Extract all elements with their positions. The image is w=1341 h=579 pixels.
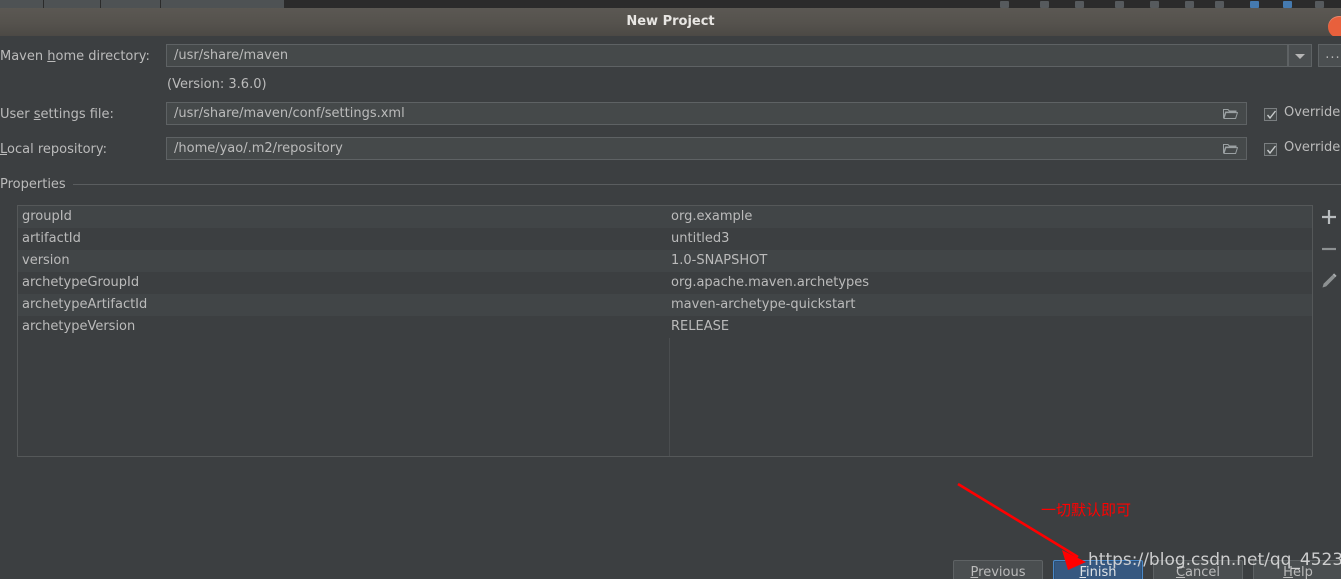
ide-toolbar-icon (1040, 1, 1049, 8)
maven-home-input[interactable]: /usr/share/maven (166, 44, 1288, 67)
properties-group-separator (73, 184, 1341, 185)
property-key: archetypeArtifactId (22, 297, 148, 312)
table-row[interactable]: groupId org.example (18, 206, 1312, 228)
property-key: groupId (22, 209, 72, 224)
help-button[interactable]: Help (1253, 560, 1341, 579)
property-value: 1.0-SNAPSHOT (671, 253, 768, 268)
table-row[interactable]: archetypeVersion RELEASE (18, 316, 1312, 338)
folder-icon[interactable] (1223, 143, 1238, 155)
properties-table-toolbar (1318, 206, 1341, 326)
add-property-button[interactable] (1318, 206, 1340, 228)
table-row[interactable]: archetypeGroupId org.apache.maven.archety… (18, 272, 1312, 294)
remove-property-button[interactable] (1318, 238, 1340, 260)
local-repository-value: /home/yao/.m2/repository (174, 141, 343, 156)
folder-icon[interactable] (1223, 108, 1238, 120)
chevron-down-icon (1295, 53, 1305, 59)
maven-home-browse-button[interactable]: ... (1318, 44, 1341, 67)
ide-tab-divider (43, 0, 44, 8)
background-ide-strip (0, 0, 1341, 8)
dialog-title-bar: New Project (0, 8, 1341, 38)
ide-tab-divider (160, 0, 161, 8)
user-settings-input[interactable]: /usr/share/maven/conf/settings.xml (166, 102, 1247, 125)
properties-table[interactable]: groupId org.example artifactId untitled3 v… (17, 205, 1313, 457)
new-project-dialog-screenshot: New Project Maven home directory: /usr/s… (0, 0, 1341, 579)
ide-toolbar-icon (1185, 1, 1194, 8)
property-key: artifactId (22, 231, 81, 246)
checkbox-box (1264, 143, 1277, 156)
ide-toolbar-icon (1315, 1, 1324, 8)
checkbox-box (1264, 108, 1277, 121)
ide-tab-divider (100, 0, 101, 8)
table-row[interactable]: version 1.0-SNAPSHOT (18, 250, 1312, 272)
table-row[interactable]: archetypeArtifactId maven-archetype-quick… (18, 294, 1312, 316)
property-value: maven-archetype-quickstart (671, 297, 856, 312)
override-label: Override (1284, 105, 1341, 120)
maven-home-value: /usr/share/maven (174, 48, 289, 63)
previous-button[interactable]: Previous (953, 560, 1043, 579)
local-repository-input[interactable]: /home/yao/.m2/repository (166, 137, 1247, 160)
property-value: org.apache.maven.archetypes (671, 275, 870, 290)
property-key: archetypeGroupId (22, 275, 140, 290)
ide-editor-area (285, 0, 1341, 8)
override-label: Override (1284, 140, 1341, 155)
property-value: RELEASE (671, 319, 730, 334)
dialog-content: Maven home directory: /usr/share/maven .… (0, 36, 1341, 579)
property-key: archetypeVersion (22, 319, 136, 334)
maven-home-dropdown-button[interactable] (1288, 44, 1312, 67)
ide-toolbar-icon (1000, 1, 1009, 8)
property-value: org.example (671, 209, 753, 224)
ide-toolbar-icon (1150, 1, 1159, 8)
local-repository-label: Local repository: (0, 142, 107, 157)
table-row[interactable]: artifactId untitled3 (18, 228, 1312, 250)
property-key: version (22, 253, 70, 268)
ide-toolbar-icon (1215, 1, 1224, 8)
edit-property-button[interactable] (1318, 270, 1340, 292)
ide-toolbar-icon (1115, 1, 1124, 8)
maven-home-label: Maven home directory: (0, 49, 150, 64)
ide-toolbar-icon (1283, 1, 1292, 8)
dialog-title: New Project (626, 14, 715, 29)
ide-toolbar-icon (1250, 1, 1259, 8)
user-settings-label: User settings file: (0, 107, 114, 122)
cancel-button[interactable]: Cancel (1153, 560, 1243, 579)
user-settings-value: /usr/share/maven/conf/settings.xml (174, 106, 405, 121)
finish-button[interactable]: Finish (1053, 560, 1143, 579)
ide-toolbar-icon (1075, 1, 1084, 8)
property-value: untitled3 (671, 231, 730, 246)
properties-group-label: Properties (0, 177, 66, 192)
maven-version-note: (Version: 3.6.0) (167, 77, 267, 92)
